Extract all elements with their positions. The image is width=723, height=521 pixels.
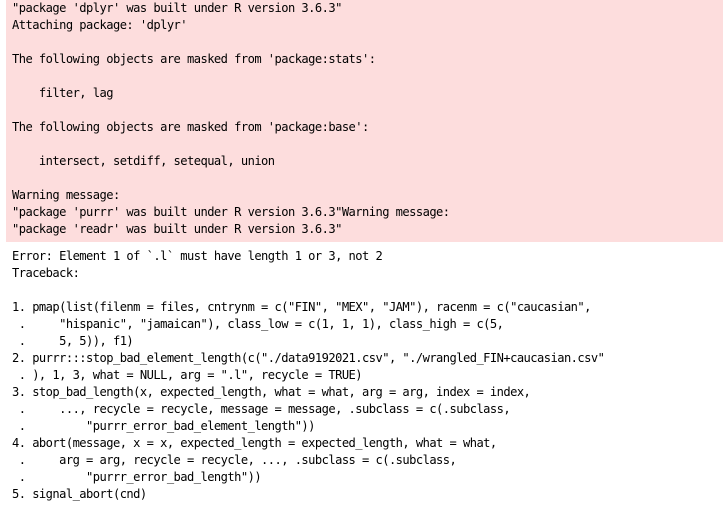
stderr-line xyxy=(12,102,723,119)
traceback-line: . "purrr_error_bad_length")) xyxy=(12,470,262,484)
error-message: Error: Element 1 of `.l` must have lengt… xyxy=(12,249,383,263)
stderr-line: Attaching package: 'dplyr' xyxy=(12,18,188,32)
stderr-line: "package 'dplyr' was built under R versi… xyxy=(12,1,342,15)
stderr-output: "package 'dplyr' was built under R versi… xyxy=(6,0,723,242)
traceback-line: . 5, 5)), f1) xyxy=(12,334,134,348)
traceback-line: 3. stop_bad_length(x, expected_length, w… xyxy=(12,385,531,399)
stderr-line: filter, lag xyxy=(12,86,114,100)
traceback-line: 4. abort(message, x = x, expected_length… xyxy=(12,436,497,450)
error-text: Error: Element 1 of `.l` must have lengt… xyxy=(12,248,723,503)
stderr-text: "package 'dplyr' was built under R versi… xyxy=(12,0,723,238)
traceback-line: . ), 1, 3, what = NULL, arg = ".l", recy… xyxy=(12,368,363,382)
traceback-label: Traceback: xyxy=(12,266,80,280)
stderr-line: The following objects are masked from 'p… xyxy=(12,52,376,66)
stderr-line: intersect, setdiff, setequal, union xyxy=(12,154,275,168)
traceback-line: . "hispanic", "jamaican"), class_low = c… xyxy=(12,317,504,331)
stderr-line xyxy=(12,34,723,51)
stderr-line xyxy=(12,170,723,187)
cell-output-area: "package 'dplyr' was built under R versi… xyxy=(0,0,723,521)
stderr-line: "package 'purrr' was built under R versi… xyxy=(12,205,450,219)
traceback-line xyxy=(12,282,723,299)
stderr-line: Warning message: xyxy=(12,188,120,202)
traceback-line: . arg = arg, recycle = recycle, ..., .su… xyxy=(12,453,457,467)
traceback-line: 2. purrr:::stop_bad_element_length(c("./… xyxy=(12,351,605,365)
traceback-line: . "purrr_error_bad_element_length")) xyxy=(12,419,316,433)
stderr-line xyxy=(12,136,723,153)
error-output: Error: Element 1 of `.l` must have lengt… xyxy=(6,248,723,503)
stderr-line: The following objects are masked from 'p… xyxy=(12,120,369,134)
stderr-line xyxy=(12,68,723,85)
traceback-line: . ..., recycle = recycle, message = mess… xyxy=(12,402,511,416)
stderr-line: "package 'readr' was built under R versi… xyxy=(12,222,342,236)
traceback-line: 1. pmap(list(filenm = files, cntrynm = c… xyxy=(12,300,591,314)
traceback-line: 5. signal_abort(cnd) xyxy=(12,487,147,501)
